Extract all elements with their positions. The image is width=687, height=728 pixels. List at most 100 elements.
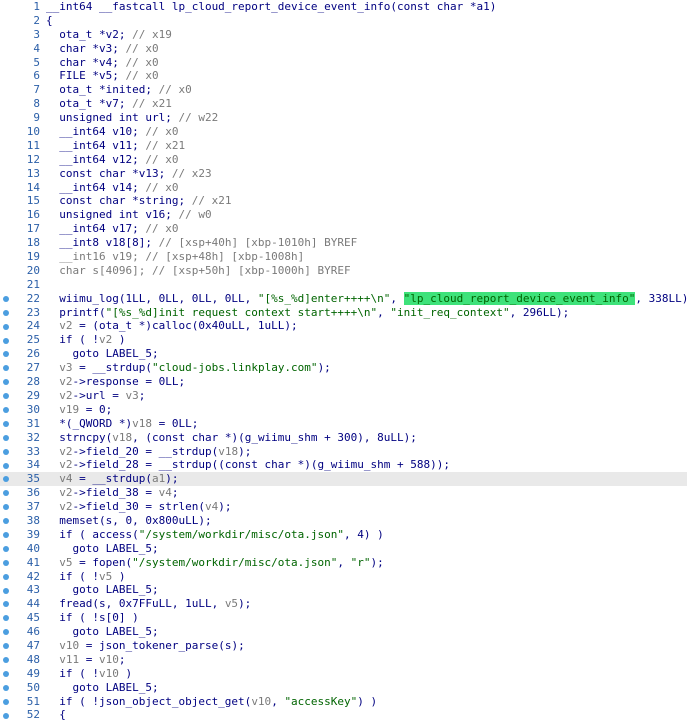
- code-line[interactable]: 26 goto LABEL_5;: [0, 347, 687, 361]
- code-text[interactable]: v10 = json_tokener_parse(s);: [46, 639, 244, 653]
- breakpoint-dot-icon[interactable]: [3, 365, 9, 372]
- code-line[interactable]: 6 FILE *v5; // x0: [0, 69, 687, 83]
- breakpoint-dot-icon[interactable]: [3, 698, 9, 705]
- code-text[interactable]: {: [46, 708, 66, 722]
- code-text[interactable]: const char *v13; // x23: [46, 167, 211, 181]
- code-text[interactable]: *(_QWORD *)v18 = 0LL;: [46, 417, 198, 431]
- code-text[interactable]: v2 = (ota_t *)calloc(0x40uLL, 1uLL);: [46, 319, 297, 333]
- code-line[interactable]: 1 __int64 __fastcall lp_cloud_report_devi…: [0, 0, 687, 14]
- code-text[interactable]: __int64 v12; // x0: [46, 153, 178, 167]
- breakpoint-dot-icon[interactable]: [3, 295, 9, 302]
- code-line[interactable]: 51 if ( !json_object_object_get(v10, "ac…: [0, 695, 687, 709]
- breakpoint-dot-icon[interactable]: [3, 379, 9, 386]
- breakpoint-dot-icon[interactable]: [3, 337, 9, 344]
- code-text[interactable]: __int64 v10; // x0: [46, 125, 178, 139]
- breakpoint-dot-icon[interactable]: [3, 476, 9, 483]
- code-line[interactable]: 45 if ( !s[0] ): [0, 611, 687, 625]
- code-line[interactable]: 41 v5 = fopen("/system/workdir/misc/ota.…: [0, 556, 687, 570]
- code-text[interactable]: goto LABEL_5;: [46, 681, 158, 695]
- breakpoint-dot-icon[interactable]: [3, 407, 9, 414]
- code-text[interactable]: __int64 v17; // x0: [46, 222, 178, 236]
- breakpoint-dot-icon[interactable]: [3, 434, 9, 441]
- code-line[interactable]: 33 v2->field_20 = __strdup(v18);: [0, 445, 687, 459]
- breakpoint-dot-icon[interactable]: [3, 657, 9, 664]
- code-text[interactable]: strncpy(v18, (const char *)(g_wiimu_shm …: [46, 431, 417, 445]
- code-line[interactable]: 15 const char *string; // x21: [0, 194, 687, 208]
- code-text[interactable]: wiimu_log(1LL, 0LL, 0LL, 0LL, "[%s_%d]en…: [46, 291, 687, 306]
- code-text[interactable]: __int64 v14; // x0: [46, 181, 178, 195]
- code-line[interactable]: 46 goto LABEL_5;: [0, 625, 687, 639]
- code-line[interactable]: 50 goto LABEL_5;: [0, 681, 687, 695]
- breakpoint-dot-icon[interactable]: [3, 684, 9, 691]
- code-line[interactable]: 23 printf("[%s_%d]init request context s…: [0, 306, 687, 320]
- code-line[interactable]: 12 __int64 v12; // x0: [0, 153, 687, 167]
- code-text[interactable]: v2->field_28 = __strdup((const char *)(g…: [46, 458, 450, 472]
- code-line[interactable]: 30 v19 = 0;: [0, 403, 687, 417]
- code-line[interactable]: 21: [0, 278, 687, 292]
- code-text[interactable]: goto LABEL_5;: [46, 583, 158, 597]
- code-text[interactable]: ota_t *v7; // x21: [46, 97, 172, 111]
- breakpoint-dot-icon[interactable]: [3, 309, 9, 316]
- code-text[interactable]: FILE *v5; // x0: [46, 69, 158, 83]
- breakpoint-dot-icon[interactable]: [3, 448, 9, 455]
- code-line[interactable]: 25 if ( !v2 ): [0, 333, 687, 347]
- code-line[interactable]: 37 v2->field_30 = strlen(v4);: [0, 500, 687, 514]
- code-line[interactable]: 32 strncpy(v18, (const char *)(g_wiimu_s…: [0, 431, 687, 445]
- code-line[interactable]: 43 goto LABEL_5;: [0, 583, 687, 597]
- code-text[interactable]: v2->field_38 = v4;: [46, 486, 178, 500]
- code-text[interactable]: const char *string; // x21: [46, 194, 231, 208]
- breakpoint-dot-icon[interactable]: [3, 420, 9, 427]
- breakpoint-dot-icon[interactable]: [3, 545, 9, 552]
- breakpoint-dot-icon[interactable]: [3, 559, 9, 566]
- code-line[interactable]: 2{: [0, 14, 687, 28]
- code-line[interactable]: 13 const char *v13; // x23: [0, 167, 687, 181]
- code-line[interactable]: 31 *(_QWORD *)v18 = 0LL;: [0, 417, 687, 431]
- code-line[interactable]: 42 if ( !v5 ): [0, 570, 687, 584]
- code-line[interactable]: 5 char *v4; // x0: [0, 56, 687, 70]
- code-line[interactable]: 9 unsigned int url; // w22: [0, 111, 687, 125]
- code-editor[interactable]: 1 __int64 __fastcall lp_cloud_report_devi…: [0, 0, 687, 722]
- code-text[interactable]: __int16 v19; // [xsp+48h] [xbp-1008h]: [46, 250, 304, 264]
- breakpoint-dot-icon[interactable]: [3, 601, 9, 608]
- code-line[interactable]: 20 char s[4096]; // [xsp+50h] [xbp-1000h…: [0, 264, 687, 278]
- code-text[interactable]: v2->field_30 = strlen(v4);: [46, 500, 231, 514]
- code-text[interactable]: v2->response = 0LL;: [46, 375, 185, 389]
- code-line[interactable]: 38 memset(s, 0, 0x800uLL);: [0, 514, 687, 528]
- code-line[interactable]: 35 v4 = __strdup(a1);: [0, 472, 687, 487]
- code-text[interactable]: v2->field_20 = __strdup(v18);: [46, 445, 251, 459]
- breakpoint-dot-icon[interactable]: [3, 573, 9, 580]
- breakpoint-dot-icon[interactable]: [3, 670, 9, 677]
- breakpoint-dot-icon[interactable]: [3, 532, 9, 539]
- code-text[interactable]: __int64 v11; // x21: [46, 139, 185, 153]
- code-text[interactable]: v4 = __strdup(a1);: [46, 472, 178, 486]
- code-line[interactable]: 29 v2->url = v3;: [0, 389, 687, 403]
- code-text[interactable]: char *v3; // x0: [46, 42, 158, 56]
- breakpoint-dot-icon[interactable]: [3, 323, 9, 330]
- code-text[interactable]: v11 = v10;: [46, 653, 125, 667]
- code-line[interactable]: 22 wiimu_log(1LL, 0LL, 0LL, 0LL, "[%s_%d…: [0, 291, 687, 306]
- code-line[interactable]: 19 __int16 v19; // [xsp+48h] [xbp-1008h]: [0, 250, 687, 264]
- breakpoint-dot-icon[interactable]: [3, 504, 9, 511]
- code-text[interactable]: v5 = fopen("/system/workdir/misc/ota.jso…: [46, 556, 384, 570]
- code-text[interactable]: printf("[%s_%d]init request context star…: [46, 306, 569, 320]
- code-text[interactable]: goto LABEL_5;: [46, 625, 158, 639]
- code-line[interactable]: 47 v10 = json_tokener_parse(s);: [0, 639, 687, 653]
- code-line[interactable]: 14 __int64 v14; // x0: [0, 181, 687, 195]
- breakpoint-dot-icon[interactable]: [3, 629, 9, 636]
- code-text[interactable]: unsigned int url; // w22: [46, 111, 218, 125]
- code-line[interactable]: 11 __int64 v11; // x21: [0, 139, 687, 153]
- code-text[interactable]: goto LABEL_5;: [46, 347, 158, 361]
- code-line[interactable]: 40 goto LABEL_5;: [0, 542, 687, 556]
- code-text[interactable]: memset(s, 0, 0x800uLL);: [46, 514, 211, 528]
- breakpoint-dot-icon[interactable]: [3, 615, 9, 622]
- code-text[interactable]: char *v4; // x0: [46, 56, 158, 70]
- code-text[interactable]: {: [46, 14, 53, 28]
- breakpoint-dot-icon[interactable]: [3, 490, 9, 497]
- breakpoint-dot-icon[interactable]: [3, 518, 9, 525]
- code-line[interactable]: 39 if ( access("/system/workdir/misc/ota…: [0, 528, 687, 542]
- code-text[interactable]: if ( !v10 ): [46, 667, 132, 681]
- breakpoint-dot-icon[interactable]: [3, 462, 9, 469]
- code-line[interactable]: 36 v2->field_38 = v4;: [0, 486, 687, 500]
- code-text[interactable]: fread(s, 0x7FFuLL, 1uLL, v5);: [46, 597, 251, 611]
- code-text[interactable]: if ( !v5 ): [46, 570, 125, 584]
